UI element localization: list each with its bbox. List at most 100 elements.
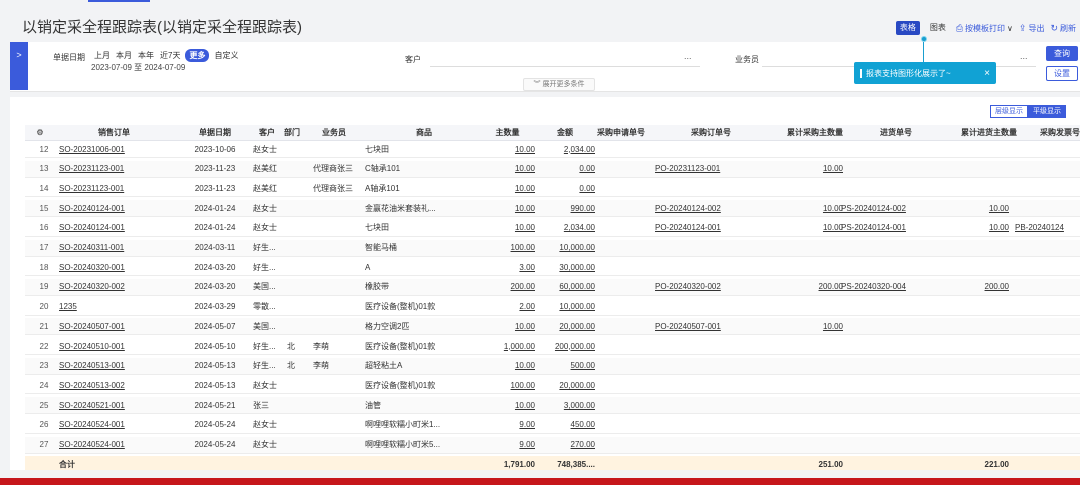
column-header[interactable]: 商品 — [365, 125, 483, 140]
table-cell[interactable]: 100.00 — [480, 377, 535, 393]
table-cell[interactable]: 500.00 — [535, 358, 595, 374]
table-cell[interactable]: PS-20240124-002 — [841, 200, 951, 216]
table-cell[interactable]: 0.00 — [535, 180, 595, 196]
date-option-last-7-days[interactable]: 近7天 — [159, 50, 181, 61]
table-row[interactable]: 18 SO-20240320-001 2024-03-20 好生... A 3.00 30,… — [25, 259, 1080, 277]
table-cell[interactable]: SO-20240507-001 — [59, 318, 169, 334]
customer-picker-button[interactable]: ... — [684, 51, 692, 61]
table-row[interactable]: 25 SO-20240521-001 2024-05-21 张三 油管 10.00 3,00… — [25, 397, 1080, 415]
table-cell[interactable]: PS-20240320-004 — [841, 279, 951, 295]
table-row[interactable]: 19 SO-20240320-002 2024-03-20 美国... 橡胶带 200.0… — [25, 278, 1080, 296]
table-cell[interactable]: 3,000.00 — [535, 397, 595, 413]
table-row[interactable]: 13 SO-20231123-001 2023-11-23 赵美红 代理商张三 C轴承10… — [25, 160, 1080, 178]
table-cell[interactable]: PO-20231123-001 — [655, 161, 767, 177]
table-cell[interactable]: 60,000.00 — [535, 279, 595, 295]
date-option-more[interactable]: 更多 — [185, 49, 210, 62]
table-cell[interactable]: SO-20240320-002 — [59, 279, 169, 295]
table-cell[interactable]: SO-20240513-001 — [59, 358, 169, 374]
column-header[interactable]: 采购订单号 — [655, 125, 767, 140]
table-cell[interactable]: 1235 — [59, 299, 169, 315]
column-settings-icon[interactable]: ⚙ — [33, 125, 47, 140]
table-cell[interactable]: 2.00 — [480, 299, 535, 315]
date-option-this-month[interactable]: 本月 — [115, 50, 133, 61]
refresh-button[interactable]: ↻ 刷新 — [1050, 23, 1076, 34]
table-view-toggle[interactable]: 表格 — [895, 21, 920, 35]
table-cell[interactable]: 200.00 — [953, 279, 1009, 295]
collapse-filter-toggle[interactable]: > — [10, 42, 28, 90]
table-cell[interactable]: SO-20240513-002 — [59, 377, 169, 393]
table-cell[interactable]: 450.00 — [535, 417, 595, 433]
close-icon[interactable]: × — [984, 68, 990, 79]
table-cell[interactable]: SO-20231006-001 — [59, 141, 169, 157]
table-cell[interactable]: 10.00 — [773, 318, 843, 334]
column-header[interactable]: 金额 — [535, 125, 595, 140]
expand-more-filters[interactable]: ︾ 展开更多条件 — [523, 78, 595, 91]
table-row[interactable]: 23 SO-20240513-001 2024-05-13 好生... 北 李萌 超轻粘土A… — [25, 357, 1080, 375]
table-cell[interactable]: 10.00 — [480, 220, 535, 236]
query-button[interactable]: 查询 — [1046, 46, 1078, 61]
flat-view-button[interactable]: 平级显示 — [1028, 105, 1066, 118]
table-cell[interactable]: SO-20240320-001 — [59, 259, 169, 275]
table-cell[interactable]: 200.00 — [480, 279, 535, 295]
table-cell[interactable]: 1,000.00 — [480, 338, 535, 354]
table-cell[interactable]: 9.00 — [480, 417, 535, 433]
column-header[interactable]: 客户 — [253, 125, 281, 140]
table-cell[interactable]: SO-20240521-001 — [59, 397, 169, 413]
table-cell[interactable]: 10.00 — [480, 397, 535, 413]
table-cell[interactable]: 30,000.00 — [535, 259, 595, 275]
date-option-this-year[interactable]: 本年 — [137, 50, 155, 61]
table-cell[interactable]: PB-20240124 — [1015, 220, 1080, 236]
table-row[interactable]: 17 SO-20240311-001 2024-03-11 好生... 智能马桶 100.… — [25, 239, 1080, 257]
column-header[interactable]: 累计进货主数量 — [953, 125, 1017, 140]
table-cell[interactable]: 200,000.00 — [535, 338, 595, 354]
table-cell[interactable]: 20,000.00 — [535, 318, 595, 334]
table-cell[interactable]: SO-20240524-001 — [59, 437, 169, 453]
table-cell[interactable]: 10.00 — [480, 200, 535, 216]
export-button[interactable]: ⇪ 导出 — [1019, 23, 1045, 34]
column-header[interactable]: 进货单号 — [841, 125, 951, 140]
table-cell[interactable]: 2,034.00 — [535, 220, 595, 236]
table-cell[interactable]: SO-20240124-001 — [59, 220, 169, 236]
table-row[interactable]: 14 SO-20231123-001 2023-11-23 赵美红 代理商张三 A轴承10… — [25, 180, 1080, 198]
table-row[interactable]: 12 SO-20231006-001 2023-10-06 赵女士 七块田 10.00 2,… — [25, 141, 1080, 158]
salesperson-picker-button[interactable]: ... — [1020, 51, 1028, 61]
horizontal-scrollbar[interactable] — [10, 470, 1080, 476]
table-cell[interactable]: 9.00 — [480, 437, 535, 453]
column-header[interactable]: 采购申请单号 — [591, 125, 651, 140]
date-option-last-month[interactable]: 上月 — [93, 50, 111, 61]
date-range-value[interactable]: 2023-07-09 至 2024-07-09 — [91, 62, 185, 73]
hierarchical-view-button[interactable]: 层级显示 — [990, 105, 1028, 118]
table-cell[interactable]: 990.00 — [535, 200, 595, 216]
table-cell[interactable]: PS-20240124-001 — [841, 220, 951, 236]
table-cell[interactable]: SO-20240524-001 — [59, 417, 169, 433]
table-cell[interactable]: 2,034.00 — [535, 141, 595, 157]
table-cell[interactable]: 10,000.00 — [535, 240, 595, 256]
table-cell[interactable]: SO-20240124-001 — [59, 200, 169, 216]
customer-input[interactable] — [430, 66, 700, 67]
print-template-button[interactable]: ⎙ 按模板打印 ∨ — [956, 23, 1013, 34]
table-cell[interactable]: 0.00 — [535, 161, 595, 177]
column-header[interactable]: 累计采购主数量 — [773, 125, 843, 140]
table-cell[interactable]: 200.00 — [773, 279, 843, 295]
table-cell[interactable]: 10.00 — [773, 200, 843, 216]
table-cell[interactable]: 10.00 — [953, 200, 1009, 216]
table-cell[interactable]: 270.00 — [535, 437, 595, 453]
table-cell[interactable]: 100.00 — [480, 240, 535, 256]
table-cell[interactable]: 10,000.00 — [535, 299, 595, 315]
table-cell[interactable]: 10.00 — [480, 180, 535, 196]
table-row[interactable]: 16 SO-20240124-001 2024-01-24 赵女士 七块田 10.00 2,… — [25, 220, 1080, 237]
table-cell[interactable]: 10.00 — [480, 141, 535, 157]
table-cell[interactable]: 3.00 — [480, 259, 535, 275]
table-row[interactable]: 24 SO-20240513-002 2024-05-13 赵女士 医疗设备(整机)01… — [25, 377, 1080, 395]
column-header[interactable]: 业务员 — [309, 125, 359, 140]
table-row[interactable]: 21 SO-20240507-001 2024-05-07 美国... 格力空调2匹 10… — [25, 318, 1080, 336]
column-header[interactable]: 部门 — [281, 125, 303, 140]
settings-button[interactable]: 设置 — [1046, 66, 1078, 81]
table-cell[interactable]: PO-20240124-002 — [655, 200, 767, 216]
table-row[interactable]: 22 SO-20240510-001 2024-05-10 好生... 北 李萌 医疗设备(… — [25, 338, 1080, 355]
table-cell[interactable]: 10.00 — [773, 220, 843, 236]
column-header[interactable]: 主数量 — [480, 125, 535, 140]
table-row[interactable]: 27 SO-20240524-001 2024-05-24 赵女士 啊哩哩软糯小町米5.… — [25, 436, 1080, 454]
date-option-custom[interactable]: 自定义 — [213, 50, 239, 61]
column-header[interactable]: 单据日期 — [175, 125, 255, 140]
